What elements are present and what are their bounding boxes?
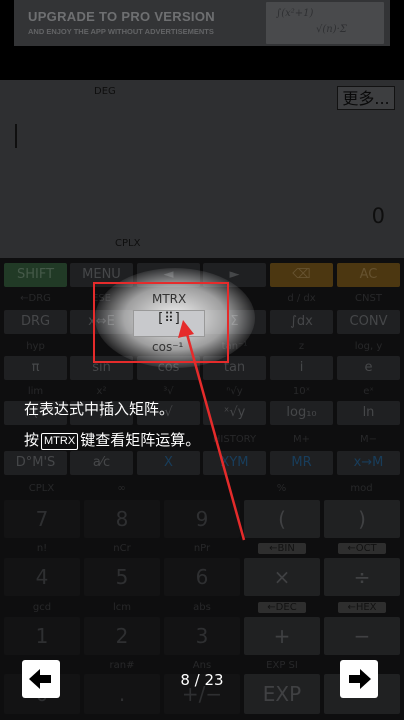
mtrx-key-inline: MTRX — [41, 433, 79, 450]
highlight-box — [93, 282, 229, 363]
tutorial-text-line2: 按 MTRX 键查看矩阵运算。 — [24, 429, 200, 450]
tutorial-text-line1: 在表达式中插入矩阵。 — [24, 400, 175, 418]
next-button[interactable] — [340, 660, 378, 698]
tutorial-text-prefix: 按 — [24, 431, 40, 449]
arrow-right-icon — [349, 669, 371, 689]
tutorial-text-suffix: 键查看矩阵运算。 — [80, 431, 201, 449]
